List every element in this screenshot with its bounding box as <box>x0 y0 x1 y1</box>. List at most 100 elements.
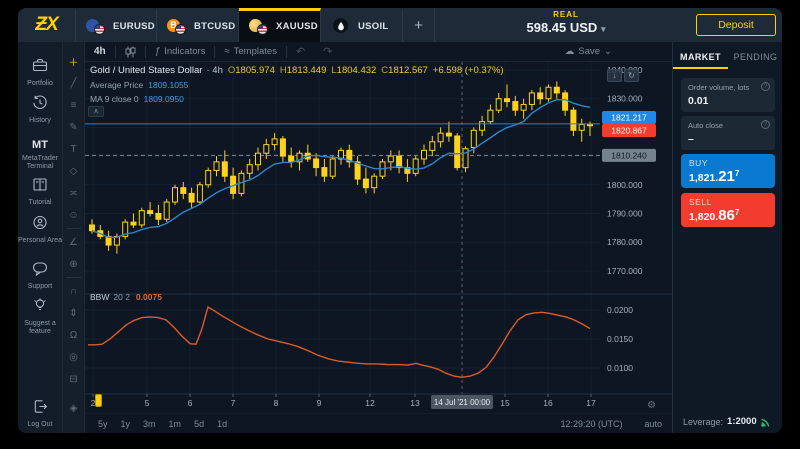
range-1y-button[interactable]: 1y <box>121 419 131 429</box>
tab-usoil[interactable]: USOIL <box>321 8 403 42</box>
sidebar-item-label: Tutorial <box>18 199 62 207</box>
svg-text:1780.000: 1780.000 <box>607 237 643 247</box>
sidebar-item-support[interactable]: Support <box>18 261 62 291</box>
leverage-value: 1:2000 <box>727 416 757 427</box>
toolbar-divider <box>66 277 81 278</box>
gridlines <box>85 62 600 394</box>
auto-close-field[interactable]: Auto close – ? <box>681 116 775 150</box>
app-stage: ƵX EURUSDBBTCUSDXAUUSDUSOIL+ REAL 598.45… <box>0 0 800 449</box>
add-instrument-button[interactable]: + <box>403 8 435 42</box>
time-axis[interactable]: 2567891213151617 <box>91 394 596 408</box>
scroll-to-latest-button[interactable]: ↓ <box>607 69 622 82</box>
range-5d-button[interactable]: 5d <box>194 419 204 429</box>
range-5y-button[interactable]: 5y <box>98 419 108 429</box>
range-buttons: 5y 1y 3m 1m 5d 1d <box>85 419 227 429</box>
book-icon <box>32 179 48 196</box>
save-layout-button[interactable]: ☁Save⌄ <box>565 46 612 57</box>
svg-text:6: 6 <box>188 398 193 408</box>
legend-collapse-button[interactable]: ∧ <box>88 106 104 117</box>
trend-line-tool-icon[interactable]: ╱ <box>62 72 85 94</box>
svg-text:7: 7 <box>231 398 236 408</box>
price-range-tool-icon[interactable]: ⇕ <box>62 302 85 324</box>
sidebar-item-label: Suggest a feature <box>18 320 62 337</box>
emoji-tool-icon[interactable]: ☺ <box>62 204 85 226</box>
crosshair-tool-icon[interactable]: ＋ <box>62 50 85 72</box>
redo-button[interactable]: ↷ <box>314 42 341 62</box>
sidebar-item-portfolio[interactable]: Portfolio <box>18 58 62 88</box>
fx-icon: ƒ <box>155 46 161 57</box>
briefcase-icon <box>32 60 48 77</box>
svg-text:1770.000: 1770.000 <box>607 266 643 276</box>
svg-text:5: 5 <box>145 398 150 408</box>
svg-text:8: 8 <box>274 398 279 408</box>
toolbar-divider <box>66 228 81 229</box>
sidebar-item-log-out[interactable]: Log Out <box>18 399 62 429</box>
order-volume-field[interactable]: Order volume, lots 0.01 ? <box>681 78 775 112</box>
timeframe-button[interactable]: 4h <box>85 42 115 62</box>
svg-text:1810.240: 1810.240 <box>611 150 647 160</box>
svg-text:14 Jul '21 00:00: 14 Jul '21 00:00 <box>434 398 491 407</box>
measure-tool-icon[interactable]: ∠ <box>62 231 85 253</box>
account-switcher[interactable]: REAL 598.45 USD ▾ <box>518 10 614 35</box>
btc-us-flags-icon: B <box>167 18 188 35</box>
tab-eurusd[interactable]: EURUSD <box>75 8 157 42</box>
hide-all-tool-icon[interactable]: ◎ <box>62 346 85 368</box>
sidebar-item-history[interactable]: History <box>18 95 62 125</box>
tab-label: USOIL <box>358 21 389 32</box>
eu-us-flags-icon <box>86 18 107 35</box>
candle-style-button[interactable] <box>116 42 145 62</box>
leverage-footer: Leverage:1:2000 <box>673 415 782 428</box>
help-icon[interactable]: ? <box>761 120 770 129</box>
magnet-tool-icon[interactable]: ∩ <box>62 280 85 302</box>
range-1d-button[interactable]: 1d <box>217 419 227 429</box>
sidebar-item-metatrader-terminal[interactable]: MTMetaTrader Terminal <box>18 135 62 172</box>
person-circle-icon <box>32 217 48 234</box>
sell-button[interactable]: SELL 1,820.867 <box>681 193 775 227</box>
zoom-in-tool-icon[interactable]: ⊕ <box>62 253 85 275</box>
crosshair-date-tooltip: 14 Jul '21 00:00 <box>431 395 493 409</box>
connection-signal-icon <box>760 415 773 428</box>
range-3m-button[interactable]: 3m <box>143 419 156 429</box>
shapes-tool-icon[interactable]: ◈ <box>62 397 85 419</box>
sidebar-item-suggest-a-feature[interactable]: Suggest a feature <box>18 298 62 337</box>
templates-button[interactable]: ≈Templates <box>215 42 286 62</box>
prediction-tool-icon[interactable]: ≍ <box>62 182 85 204</box>
price-chart[interactable]: 1840.0001830.0001800.0001790.0001780.000… <box>85 62 672 412</box>
lock-all-tool-icon[interactable]: Ω <box>62 324 85 346</box>
order-tab-pending[interactable]: PENDING <box>728 52 782 69</box>
indicators-button[interactable]: ƒIndicators <box>146 42 215 62</box>
sidebar-item-personal-area[interactable]: Personal Area <box>18 215 62 245</box>
drawing-anchor-marker[interactable] <box>95 394 102 407</box>
chart-area: 4h ƒIndicators ≈Templates ↶ ↷ ☁Save⌄ 184… <box>85 42 672 433</box>
help-icon[interactable]: ? <box>761 82 770 91</box>
range-1m-button[interactable]: 1m <box>169 419 182 429</box>
sidebar-item-label: Personal Area <box>18 237 62 245</box>
undo-button[interactable]: ↶ <box>287 42 314 62</box>
reset-zoom-button[interactable]: ↻ <box>624 69 639 82</box>
lightbulb-icon <box>32 300 48 317</box>
order-type-tabs: MARKETPENDING <box>673 52 782 69</box>
tab-xauusd[interactable]: XAUUSD <box>239 8 321 42</box>
auto-timezone-toggle[interactable]: auto <box>644 419 662 429</box>
text-tool-icon[interactable]: T <box>62 138 85 160</box>
order-tab-market[interactable]: MARKET <box>673 52 728 69</box>
buy-button[interactable]: BUY 1,821.217 <box>681 154 775 188</box>
svg-text:1800.000: 1800.000 <box>607 180 643 190</box>
remove-all-tool-icon[interactable]: ⊟ <box>62 368 85 390</box>
buy-price-tag: 1821.217 <box>602 111 656 124</box>
svg-text:9: 9 <box>317 398 322 408</box>
sidebar-item-tutorial[interactable]: Tutorial <box>18 177 62 207</box>
tab-btcusd[interactable]: BBTCUSD <box>157 8 239 42</box>
svg-text:13: 13 <box>410 398 420 408</box>
deposit-button[interactable]: Deposit <box>696 14 776 36</box>
axis-settings-gear-icon[interactable]: ⚙ <box>647 400 656 411</box>
sell-price-tag: 1820.867 <box>602 124 656 137</box>
fib-retracement-tool-icon[interactable]: ≡ <box>62 94 85 116</box>
tab-label: XAUUSD <box>276 21 318 32</box>
brush-tool-icon[interactable]: ✎ <box>62 116 85 138</box>
chart-bottom-bar: 5y1y3m1m5d1d 12:29:20 (UTC) auto <box>85 413 672 433</box>
wave-icon: ≈ <box>224 46 229 57</box>
chevron-down-icon: ⌄ <box>604 46 612 57</box>
xabcd-pattern-tool-icon[interactable]: ◇ <box>62 160 85 182</box>
svg-text:0.0150: 0.0150 <box>607 334 633 344</box>
